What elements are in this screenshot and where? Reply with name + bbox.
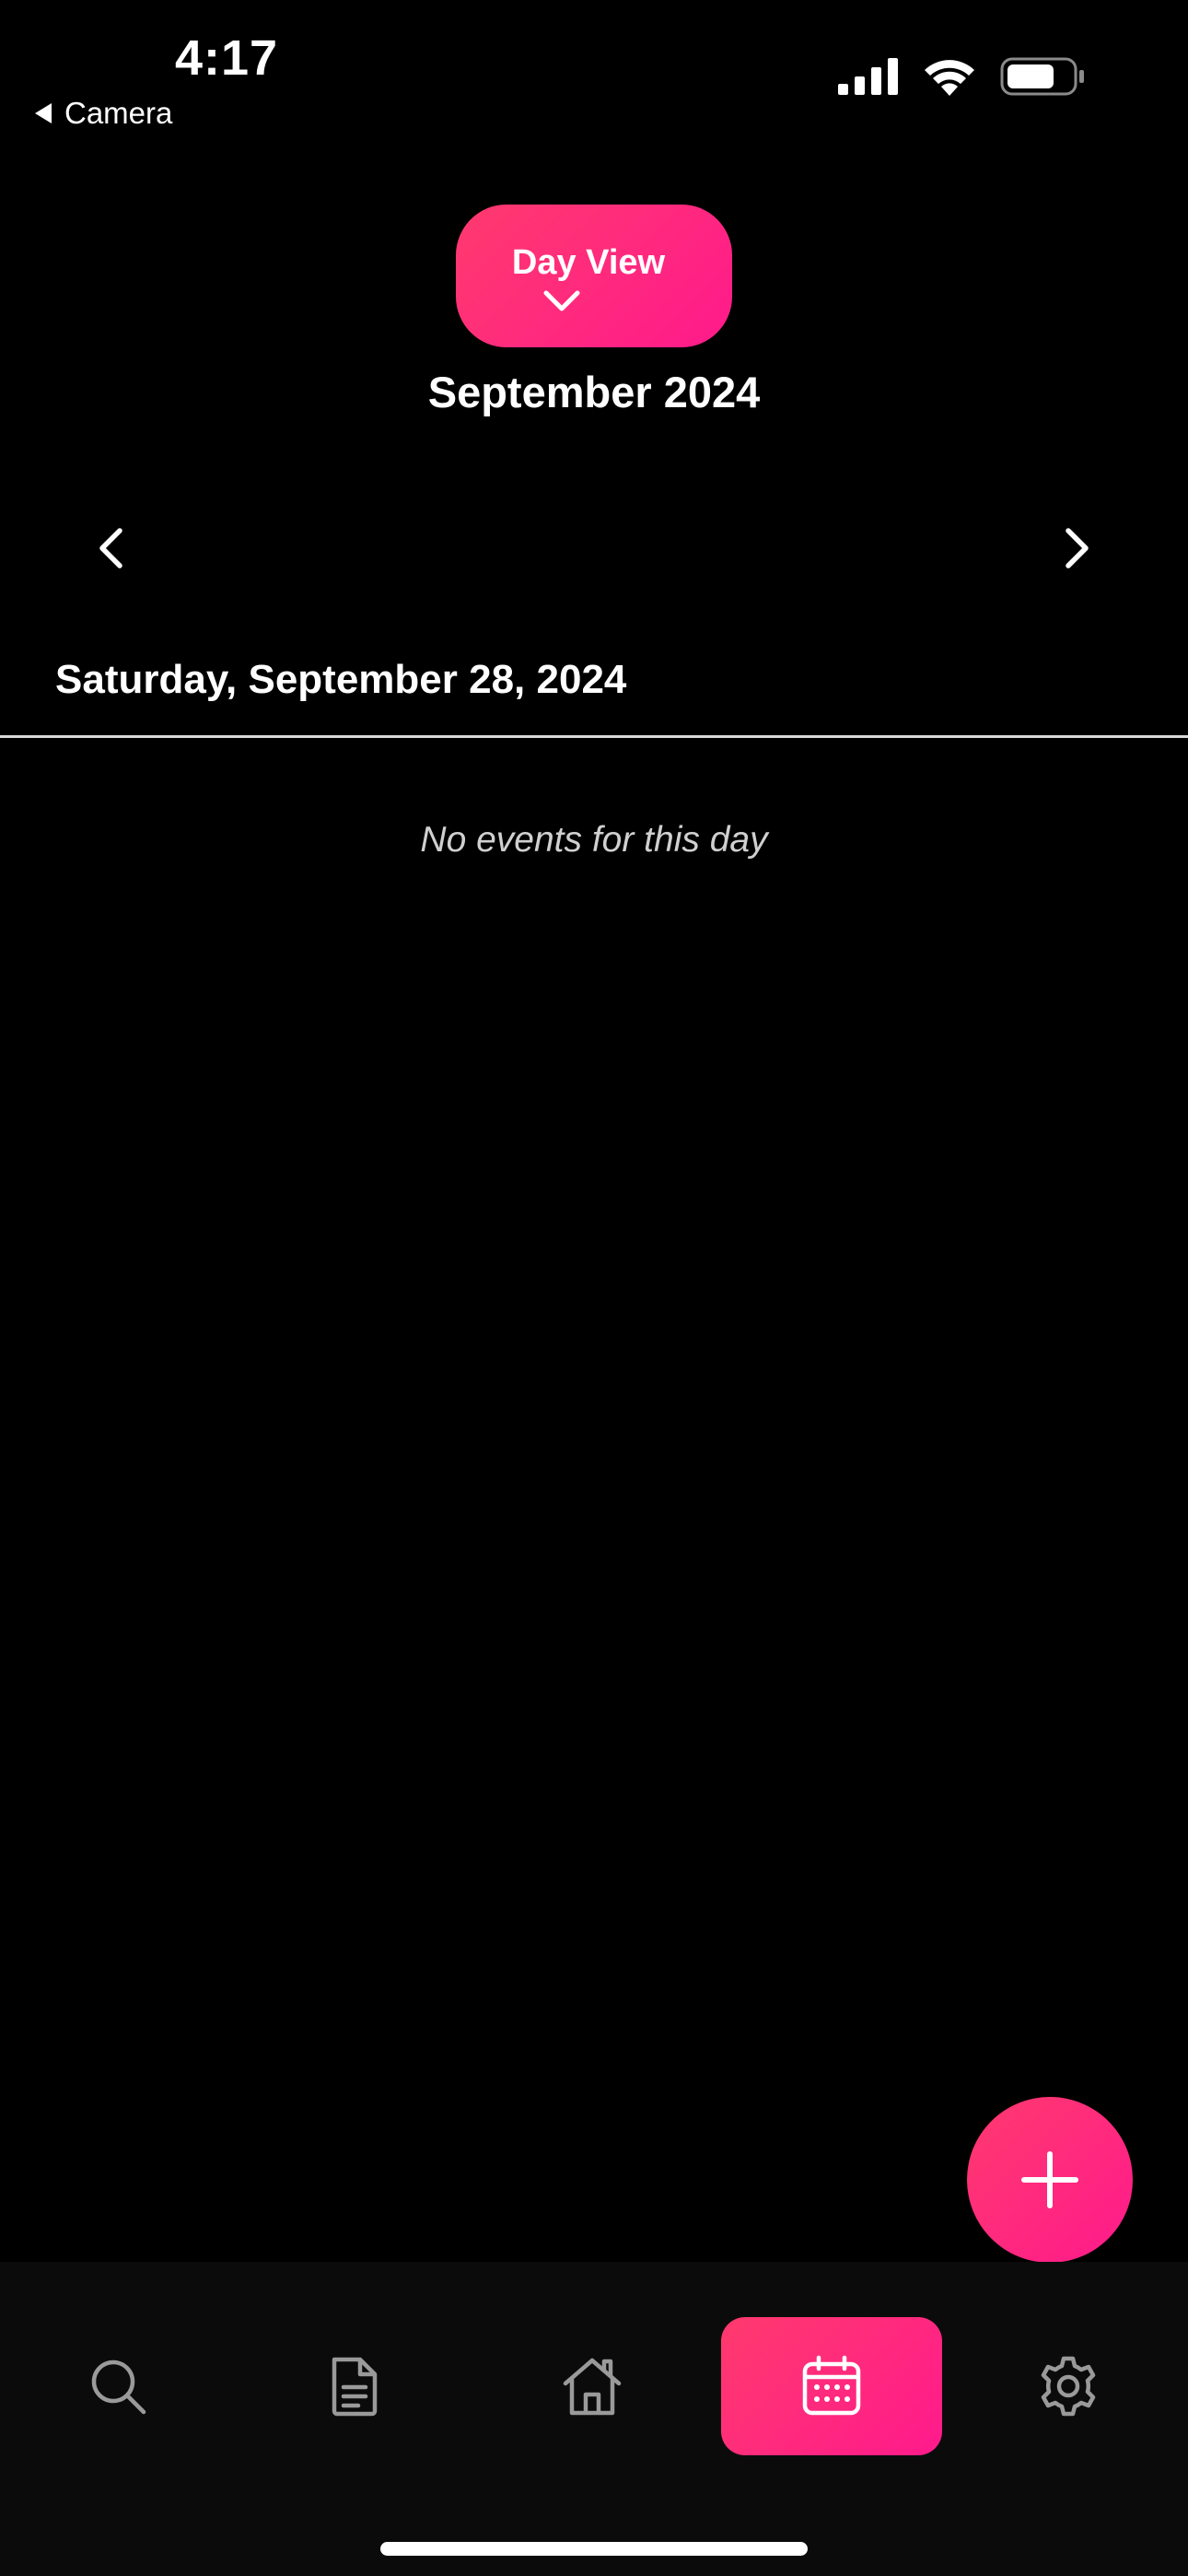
back-triangle-icon [35,103,52,123]
chevron-left-icon [99,528,122,568]
document-icon [332,2357,378,2417]
gear-icon [1041,2356,1096,2417]
home-icon [563,2358,622,2416]
search-icon [91,2359,146,2415]
chevron-right-icon [1066,528,1089,568]
calendar-icon [802,2355,861,2416]
view-mode-label: Day View [511,243,666,282]
chevron-down-icon [543,290,580,311]
status-time: 4:17 [175,30,279,86]
month-title: September 2024 [427,368,761,416]
plus-icon [1021,2151,1078,2208]
cellular-signal-icon [838,58,898,95]
divider [0,735,1188,738]
empty-state-message: No events for this day [420,820,768,860]
previous-day-button[interactable] [83,521,138,576]
tab-search[interactable] [7,2317,228,2455]
battery-icon [1000,57,1084,96]
wifi-icon [925,60,974,96]
home-indicator[interactable] [380,2542,808,2556]
tab-documents[interactable] [244,2317,465,2455]
back-to-app-link[interactable]: Camera [35,96,172,131]
back-app-label: Camera [64,96,173,130]
tab-calendar[interactable] [721,2317,942,2455]
tab-settings[interactable] [958,2317,1179,2455]
view-mode-dropdown[interactable]: Day View [456,205,732,347]
status-icons [838,57,1085,96]
tab-home[interactable] [482,2317,703,2455]
next-day-button[interactable] [1050,521,1105,576]
tab-bar [0,2262,1188,2576]
add-event-button[interactable] [967,2097,1133,2263]
selected-day-heading: Saturday, September 28, 2024 [55,657,627,702]
